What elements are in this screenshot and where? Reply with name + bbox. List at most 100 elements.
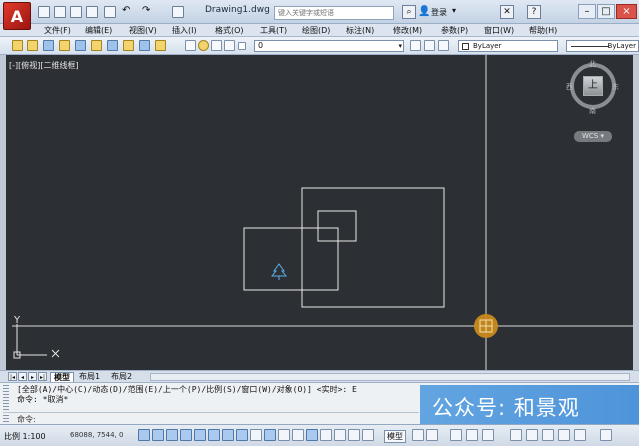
object-snap-icon[interactable]	[208, 429, 220, 441]
help-icon[interactable]: ?	[527, 5, 541, 19]
infer-constraints-icon[interactable]	[138, 429, 150, 441]
redo-icon[interactable]: ↷	[142, 6, 154, 18]
layer-state-icon[interactable]	[438, 40, 449, 51]
print-icon[interactable]	[104, 6, 116, 18]
wcs-menu-button[interactable]: WCS ▾	[574, 131, 612, 142]
prev-tab-icon[interactable]: ◂	[18, 372, 27, 381]
maximize-button[interactable]: □	[597, 4, 615, 19]
model-space[interactable]: Y	[6, 55, 633, 370]
3d-object-snap-icon[interactable]	[222, 429, 234, 441]
undo-icon[interactable]: ↶	[122, 6, 134, 18]
workspace-switching-icon[interactable]	[510, 429, 522, 441]
grid-display-icon[interactable]	[166, 429, 178, 441]
dim-aligned-icon[interactable]	[27, 40, 38, 51]
login-label[interactable]: 登录	[431, 7, 447, 18]
search-input[interactable]	[275, 7, 393, 19]
color-select[interactable]: ByLayer	[458, 40, 558, 52]
save-icon[interactable]	[70, 6, 82, 18]
snap-mode-icon[interactable]	[152, 429, 164, 441]
menu-edit[interactable]: 编辑(E)	[85, 25, 112, 36]
dim-diameter-icon[interactable]	[91, 40, 102, 51]
horizontal-scrollbar[interactable]	[150, 373, 630, 381]
command-window-grip[interactable]	[3, 385, 9, 422]
last-tab-icon[interactable]: ▸|	[38, 372, 47, 381]
dim-ordinate-icon[interactable]	[59, 40, 70, 51]
menu-insert[interactable]: 插入(I)	[172, 25, 197, 36]
annotation-monitor-icon[interactable]	[334, 429, 346, 441]
layer-select[interactable]: 0 ▾	[254, 40, 404, 52]
object-snap-tracking-icon[interactable]	[236, 429, 248, 441]
menu-modify[interactable]: 修改(M)	[393, 25, 422, 36]
dim-continue-icon[interactable]	[155, 40, 166, 51]
dim-quick-icon[interactable]	[123, 40, 134, 51]
new-file-icon[interactable]	[38, 6, 50, 18]
dim-radius-icon[interactable]	[75, 40, 86, 51]
menu-tools[interactable]: 工具(T)	[260, 25, 287, 36]
coordinate-readout[interactable]: 68088, 7544, 0	[70, 431, 123, 439]
chevron-down-icon[interactable]: ▾	[452, 6, 456, 15]
search-icon[interactable]: ⌕	[402, 5, 416, 19]
model-space-icon[interactable]	[348, 429, 360, 441]
layout-space-icon[interactable]	[362, 429, 374, 441]
lineweight-icon[interactable]	[278, 429, 290, 441]
layer-previous-icon[interactable]	[424, 40, 435, 51]
compass-north[interactable]: 北	[589, 59, 596, 69]
tab-layout1[interactable]: 布局1	[76, 372, 103, 382]
compass-west[interactable]: 西	[566, 82, 573, 92]
model-button[interactable]: 模型	[384, 430, 406, 443]
layer-manager-icon[interactable]	[185, 40, 196, 51]
compass-east[interactable]: 东	[612, 82, 619, 92]
toolbar-lock-icon[interactable]	[526, 429, 538, 441]
hardware-acceleration-icon[interactable]	[542, 429, 554, 441]
exchange-icon[interactable]: ✕	[500, 5, 514, 19]
annotation-scale-icon[interactable]	[450, 429, 462, 441]
transparency-icon[interactable]	[292, 429, 304, 441]
make-current-layer-icon[interactable]	[410, 40, 421, 51]
annotation-visibility-icon[interactable]	[466, 429, 478, 441]
menu-view[interactable]: 视图(V)	[129, 25, 157, 36]
dynamic-ucs-icon[interactable]	[250, 429, 262, 441]
tab-layout2[interactable]: 布局2	[108, 372, 135, 382]
layer-color-icon[interactable]	[238, 42, 246, 50]
command-input[interactable]	[45, 413, 415, 423]
menu-format[interactable]: 格式(O)	[215, 25, 244, 36]
rectangle-medium[interactable]	[243, 227, 339, 291]
minimize-button[interactable]: –	[578, 4, 596, 19]
application-menu-button[interactable]: A	[3, 2, 31, 30]
menu-draw[interactable]: 绘图(D)	[302, 25, 330, 36]
dim-linear-icon[interactable]	[12, 40, 23, 51]
menu-dimension[interactable]: 标注(N)	[346, 25, 374, 36]
search-box[interactable]	[274, 6, 394, 20]
dim-angular-icon[interactable]	[107, 40, 118, 51]
polar-tracking-icon[interactable]	[194, 429, 206, 441]
light-bulb-icon[interactable]	[198, 40, 209, 51]
next-tab-icon[interactable]: ▸	[28, 372, 37, 381]
dim-arc-icon[interactable]	[43, 40, 54, 51]
workspace-icon[interactable]	[172, 6, 184, 18]
ortho-mode-icon[interactable]	[180, 429, 192, 441]
lock-icon[interactable]	[224, 40, 235, 51]
close-button[interactable]: ×	[616, 4, 637, 19]
quick-view-drawings-icon[interactable]	[426, 429, 438, 441]
quick-properties-icon[interactable]	[306, 429, 318, 441]
dim-baseline-icon[interactable]	[139, 40, 150, 51]
viewcube-face-top[interactable]: 上	[583, 76, 603, 96]
user-icon[interactable]: 👤	[418, 6, 430, 17]
menu-help[interactable]: 帮助(H)	[529, 25, 557, 36]
open-file-icon[interactable]	[54, 6, 66, 18]
dynamic-input-icon[interactable]	[264, 429, 276, 441]
selection-cycling-icon[interactable]	[320, 429, 332, 441]
drawing-canvas[interactable]: [-][俯视][二维线框] Y 北 南 东 西 上 WCS ▾	[0, 55, 639, 382]
first-tab-icon[interactable]: |◂	[8, 372, 17, 381]
viewcube[interactable]: 北 南 东 西 上	[566, 59, 619, 115]
sun-icon[interactable]	[211, 40, 222, 51]
save-as-icon[interactable]	[86, 6, 98, 18]
auto-scale-icon[interactable]	[482, 429, 494, 441]
quick-view-layouts-icon[interactable]	[412, 429, 424, 441]
linetype-select[interactable]: ByLayer	[566, 40, 639, 52]
rectangle-large[interactable]	[301, 187, 445, 308]
isolate-objects-icon[interactable]	[558, 429, 570, 441]
chevron-down-icon[interactable]: ▾	[398, 41, 402, 51]
clean-screen-icon[interactable]	[600, 429, 612, 441]
rectangle-small[interactable]	[317, 210, 357, 242]
